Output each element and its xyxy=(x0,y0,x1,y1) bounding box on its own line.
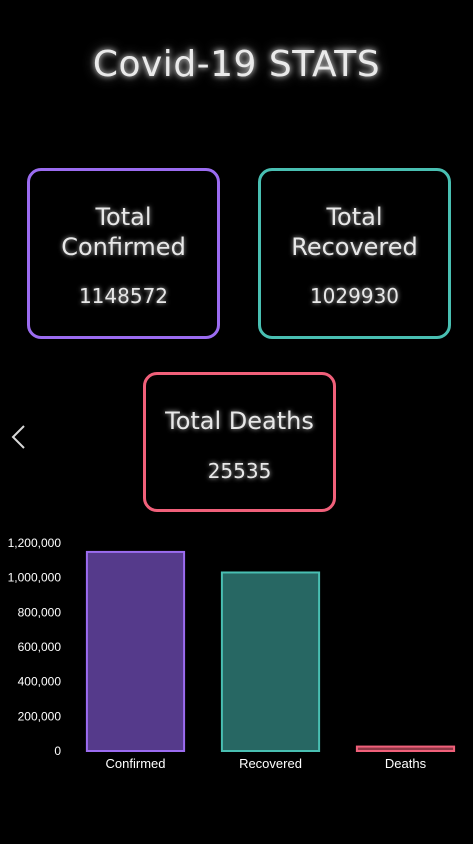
total-deaths-label: Total Deaths xyxy=(165,407,314,435)
bar-chart: 0 200,000 400,000 600,000 800,000 1,000,000 1,… xyxy=(8,536,456,771)
total-confirmed-value: 1148572 xyxy=(78,284,169,308)
y-tick-label: 400,000 xyxy=(18,675,62,689)
x-tick-label: Confirmed xyxy=(106,756,166,771)
total-deaths-value: 25535 xyxy=(207,459,272,483)
total-recovered-card: Total Recovered 1029930 xyxy=(258,168,451,339)
page-title: Covid-19 STATS xyxy=(92,44,381,85)
y-tick-label: 600,000 xyxy=(18,640,62,654)
total-confirmed-card: Total Confirmed 1148572 xyxy=(27,168,220,339)
bar-recovered xyxy=(220,571,321,752)
x-tick-label: Recovered xyxy=(239,756,302,771)
y-tick-label: 200,000 xyxy=(18,709,62,723)
y-tick-label: 1,200,000 xyxy=(8,536,62,550)
total-recovered-label: Total Recovered xyxy=(291,203,418,261)
y-tick-label: 800,000 xyxy=(18,605,62,619)
chevron-left-icon xyxy=(11,425,25,449)
y-tick-label: 1,000,000 xyxy=(8,571,62,585)
y-tick-label: 0 xyxy=(54,744,61,758)
total-recovered-value: 1029930 xyxy=(309,284,400,308)
bar-deaths xyxy=(355,745,456,752)
back-button[interactable] xyxy=(6,422,30,452)
x-tick-label: Deaths xyxy=(385,756,427,771)
bar-confirmed xyxy=(85,550,186,753)
total-confirmed-label: Total Confirmed xyxy=(61,203,186,261)
total-deaths-card: Total Deaths 25535 xyxy=(143,372,336,512)
